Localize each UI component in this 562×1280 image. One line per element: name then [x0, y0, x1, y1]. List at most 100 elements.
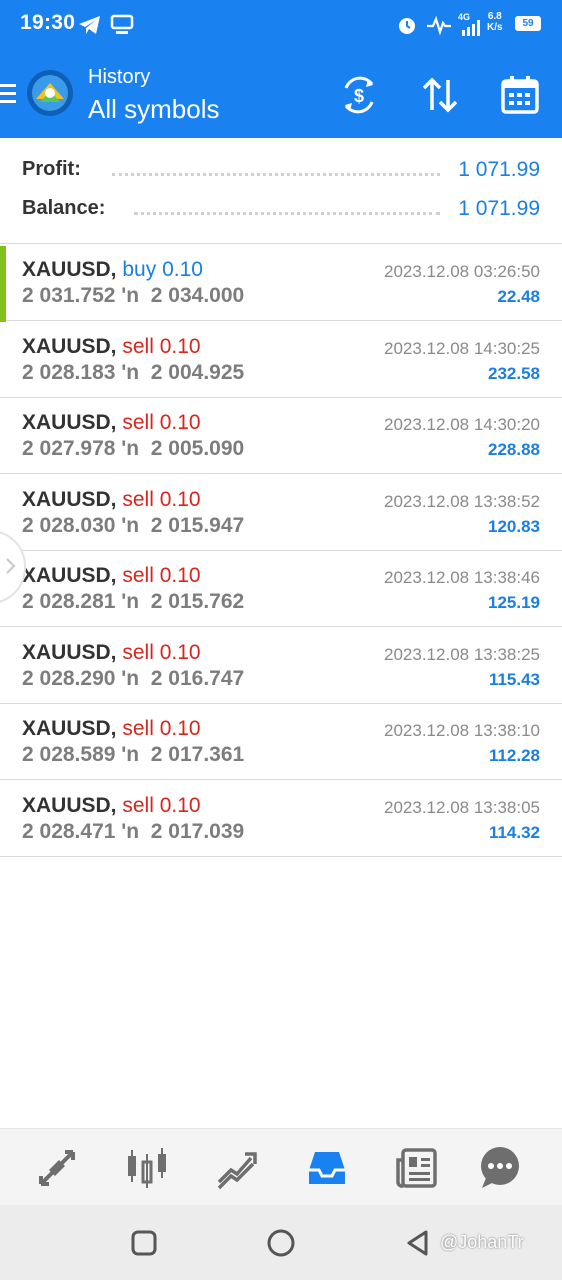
trade-time: 2023.12.08 13:38:25: [384, 645, 540, 664]
network-speed-value: 6.8: [487, 11, 502, 22]
svg-text:$: $: [354, 86, 364, 106]
trade-volume: 0.10: [162, 258, 203, 281]
trade-volume: 0.10: [159, 717, 201, 740]
trade-symbol-line: XAUUSD, sell 0.10: [22, 411, 201, 435]
sort-icon[interactable]: [420, 74, 460, 116]
trade-symbol: XAUUSD,: [22, 335, 117, 358]
trade-prices: 2 027.978 'n 2 005.090: [22, 437, 244, 461]
balance-value: 1 071.99: [458, 197, 540, 221]
close-price: 2 015.762: [150, 590, 245, 613]
signal-icon: [462, 20, 480, 36]
trade-volume: 0.10: [159, 564, 201, 587]
trade-symbol-line: XAUUSD, sell 0.10: [22, 641, 201, 665]
chevron-right-icon: [6, 558, 16, 574]
trade-prices: 2 028.030 'n 2 015.947: [22, 514, 244, 538]
close-price: 2 017.039: [150, 820, 245, 843]
header-subtitle: History: [88, 66, 151, 88]
notification-icon: [110, 14, 134, 34]
trade-profit: 114.32: [488, 823, 540, 842]
trade-symbol-line: XAUUSD, sell 0.10: [22, 564, 201, 588]
page-title: All symbols: [88, 94, 220, 124]
history-icon[interactable]: [305, 1146, 349, 1190]
back-icon[interactable]: [404, 1229, 432, 1257]
trade-type: sell: [122, 794, 154, 817]
app-logo-icon: [27, 70, 73, 116]
trade-prices: 2 028.290 'n 2 016.747: [22, 667, 244, 691]
open-price: 2 028.183: [22, 361, 116, 384]
close-price: 2 015.947: [150, 514, 245, 537]
trade-type: sell: [122, 488, 154, 511]
trade-time: 2023.12.08 14:30:25: [384, 339, 540, 358]
price-arrow: 'n: [121, 284, 140, 307]
trade-row[interactable]: XAUUSD, sell 0.10 2 028.281 'n 2 015.762 2…: [0, 550, 562, 627]
price-arrow: 'n: [121, 820, 140, 843]
trade-symbol: XAUUSD,: [22, 258, 117, 281]
trade-prices: 2 028.281 'n 2 015.762: [22, 590, 244, 614]
trade-symbol: XAUUSD,: [22, 564, 117, 587]
chart-icon[interactable]: [125, 1146, 169, 1190]
trade-time: 2023.12.08 03:26:50: [384, 262, 540, 281]
trade-profit: 112.28: [488, 746, 540, 765]
telegram-icon: [79, 16, 100, 34]
close-price: 2 016.747: [150, 667, 245, 690]
trade-volume: 0.10: [159, 411, 201, 434]
trade-row[interactable]: XAUUSD, buy 0.10 2 031.752 'n 2 034.000 20…: [0, 244, 562, 322]
profit-value: 1 071.99: [458, 158, 540, 182]
trade-time: 2023.12.08 13:38:05: [384, 798, 540, 817]
balance-label: Balance:: [22, 197, 106, 220]
bottom-navigation: [0, 1128, 562, 1206]
price-arrow: 'n: [121, 361, 140, 384]
price-arrow: 'n: [121, 590, 140, 613]
trade-row[interactable]: XAUUSD, sell 0.10 2 028.290 'n 2 016.747 2…: [0, 627, 562, 704]
chat-icon[interactable]: [478, 1146, 522, 1190]
trade-type: sell: [122, 641, 154, 664]
open-price: 2 028.290: [22, 667, 116, 690]
trade-volume: 0.10: [159, 335, 201, 358]
trade-symbol-line: XAUUSD, sell 0.10: [22, 794, 201, 818]
home-icon[interactable]: [265, 1227, 297, 1259]
status-bar: 19:30 4G 6.8 K/s 59: [0, 0, 562, 52]
trade-type: sell: [122, 564, 154, 587]
open-price: 2 028.471: [22, 820, 116, 843]
trade-time: 2023.12.08 13:38:10: [384, 721, 540, 740]
trade-time: 2023.12.08 13:38:52: [384, 492, 540, 511]
trade-symbol: XAUUSD,: [22, 717, 117, 740]
currency-exchange-icon[interactable]: $: [338, 74, 380, 116]
trade-prices: 2 028.471 'n 2 017.039: [22, 820, 244, 844]
balance-row: Balance: 1 071.99: [22, 197, 540, 227]
open-price: 2 028.589: [22, 743, 116, 766]
menu-icon[interactable]: [0, 82, 18, 106]
open-price: 2 027.978: [22, 437, 116, 460]
news-icon[interactable]: [395, 1146, 439, 1190]
trade-row[interactable]: XAUUSD, sell 0.10 2 028.183 'n 2 004.925 2…: [0, 321, 562, 398]
close-price: 2 005.090: [150, 437, 245, 460]
trade-prices: 2 028.183 'n 2 004.925: [22, 361, 244, 385]
price-arrow: 'n: [121, 743, 140, 766]
quotes-icon[interactable]: [35, 1146, 79, 1190]
calendar-icon[interactable]: [500, 74, 540, 116]
trade-time: 2023.12.08 13:38:46: [384, 568, 540, 587]
trade-symbol: XAUUSD,: [22, 641, 117, 664]
trade-row[interactable]: XAUUSD, sell 0.10 2 028.471 'n 2 017.039 2…: [0, 780, 562, 857]
trade-icon[interactable]: [215, 1146, 259, 1190]
alarm-icon: [399, 18, 415, 34]
trade-volume: 0.10: [159, 794, 201, 817]
system-navigation-bar: @JohanTr: [0, 1205, 562, 1280]
trade-profit: 125.19: [488, 593, 540, 612]
trade-row[interactable]: XAUUSD, sell 0.10 2 027.978 'n 2 005.090 2…: [0, 397, 562, 474]
trade-type: sell: [122, 717, 154, 740]
trade-row[interactable]: XAUUSD, sell 0.10 2 028.589 'n 2 017.361 2…: [0, 703, 562, 780]
close-price: 2 017.361: [150, 743, 245, 766]
battery-indicator: 59: [515, 16, 541, 31]
recent-apps-icon[interactable]: [130, 1229, 158, 1257]
profit-row: Profit: 1 071.99: [22, 158, 540, 188]
trade-row[interactable]: XAUUSD, sell 0.10 2 028.030 'n 2 015.947 2…: [0, 474, 562, 551]
trade-symbol: XAUUSD,: [22, 411, 117, 434]
account-summary: Profit: 1 071.99 Balance: 1 071.99: [0, 138, 562, 244]
trade-profit: 120.83: [488, 517, 540, 536]
watermark: @JohanTr: [440, 1232, 524, 1252]
trade-profit: 232.58: [488, 364, 540, 383]
activity-icon: [427, 15, 451, 35]
trade-type: sell: [122, 335, 154, 358]
trade-symbol-line: XAUUSD, sell 0.10: [22, 488, 201, 512]
